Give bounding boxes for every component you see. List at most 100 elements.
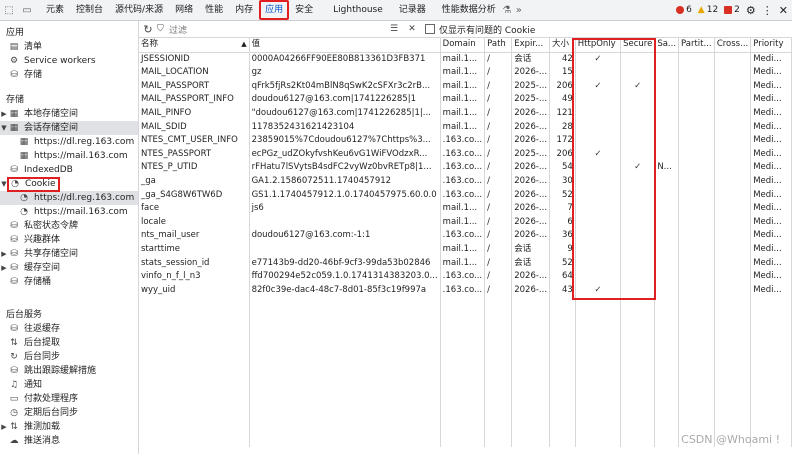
sidebar-item-storage-overview[interactable]: ⛁ 存储 [0,68,138,82]
sidebar-item-payment-handler[interactable]: ▭ 付款处理程序 [0,392,138,406]
sidebar-item-shared-storage[interactable]: ▶ ⛁ 共享存储空间 [0,247,138,261]
column-header-expires[interactable]: Expir... [511,38,551,53]
sidebar-item-bounce-tracking[interactable]: ⛁ 跳出跟踪缓解措施 [0,364,138,378]
table-row[interactable]: NTES_PASSPORT ecPGz_udZOkyfvshKeu6vG1WiFV… [139,147,792,162]
table-row[interactable]: JSESSIONID 0000A04266FF90EE80B813361D3FB3… [139,52,792,67]
table-row[interactable]: MAIL_LOCATION gz mail.1.../2026-... 15 Medi.… [139,66,792,80]
sidebar-item-storage-buckets[interactable]: ⛁ 存储桶 [0,275,138,289]
expand-icon[interactable]: ▶ [0,261,8,275]
table-row[interactable]: wyy_uid 82f0c39e-dac4-48c7-8d01-85f3c19f9… [139,283,792,298]
tab-recorder[interactable]: 记录器 [389,0,432,20]
table-row[interactable]: MAIL_PASSPORT qFrk5fjRs2Kt04mBlN8qSwK2cSF… [139,79,792,94]
database-icon: ⛁ [10,277,18,287]
expand-icon[interactable]: ▶ [0,247,8,261]
delete-selected-icon[interactable]: ✕ [403,24,421,34]
table-row[interactable]: nts_mail_user doudou6127@163.com:-1:1.163… [139,229,792,243]
empty-cell [575,378,622,393]
table-cell: / [484,66,513,80]
inspect-element-icon[interactable]: ⬚ [0,0,18,20]
table-row[interactable]: MAIL_PASSPORT_INFO doudou6127@163.com|174… [139,93,792,107]
column-header-priority[interactable]: Priority [750,38,792,53]
sidebar-item-indexeddb[interactable]: ⛁ IndexedDB [0,163,138,177]
sidebar-item-cookie-dl-reg[interactable]: ◔ https://dl.reg.163.com [0,191,138,205]
sidebar-item-private-state-tokens[interactable]: ⛁ 私密状态令牌 [0,219,138,233]
sidebar-item-background-sync[interactable]: ↻ 后台同步 [0,350,138,364]
sidebar-item-session-storage[interactable]: ▼ ▦ 会话存储空间 [0,121,138,135]
sidebar-item-cookie-mail[interactable]: ◔ https://mail.163.com [0,205,138,219]
sidebar-item-session-dl-reg[interactable]: ▦ https://dl.reg.163.com [0,135,138,149]
sidebar-item-local-storage[interactable]: ▶ ▦ 本地存储空间 [0,107,138,121]
tab-console[interactable]: 控制台 [70,0,109,20]
column-header-value[interactable]: 值 [249,38,441,53]
filter-input[interactable]: ⛉ 过滤 [157,23,385,36]
column-header-httponly[interactable]: HttpOnly [575,38,622,53]
sidebar-item-session-mail[interactable]: ▦ https://mail.163.com [0,149,138,163]
empty-cell [620,378,656,393]
sidebar-item-manifest[interactable]: ▤ 清单 [0,40,138,54]
issues-count[interactable]: 2 [724,5,740,15]
column-header-cross-site[interactable]: Cross... [714,38,752,53]
table-cell [714,188,752,203]
column-header-domain[interactable]: Domain [440,38,486,53]
error-count[interactable]: 6 [676,5,692,15]
tab-sources[interactable]: 源代码/来源 [109,0,169,20]
device-toggle-icon[interactable]: ▭ [18,0,36,20]
only-issues-checkbox[interactable] [425,24,435,34]
column-header-samesite[interactable]: Sa... [654,38,680,53]
tab-network[interactable]: 网络 [169,0,199,20]
expand-icon[interactable]: ▶ [0,107,8,121]
expand-icon[interactable]: ▶ [0,420,8,434]
table-row[interactable]: _ga GA1.2.1586072511.1740457912.163.co...… [139,174,792,189]
empty-cell [714,338,752,352]
table-row[interactable]: _ga_S4G8W6TW6D GS1.1.1740457912.1.0.17404… [139,188,792,203]
table-row[interactable]: locale mail.1.../2026-... 6 Medi... [139,215,792,230]
table-row[interactable]: NTES_CMT_USER_INFO 23859015%7Cdoudou6127%… [139,134,792,148]
tab-elements[interactable]: 元素 [40,0,70,20]
sidebar-item-bfcache[interactable]: ⛁ 往返缓存 [0,322,138,336]
sidebar-item-cache-storage[interactable]: ▶ ⛁ 缓存空间 [0,261,138,275]
column-header-name[interactable]: 名称 ▲ [139,38,250,53]
table-cell [620,270,656,284]
clear-all-icon[interactable]: ☰ [385,24,403,34]
tab-application[interactable]: 应用 [259,0,290,20]
column-header-secure[interactable]: Secure [620,38,656,53]
table-row[interactable]: MAIL_SDID 1178352431621423104 mail.1.../20… [139,120,792,135]
table-row[interactable]: NTES_P_UTID rFHatu7lSVytsB4sdFC2vyWz0bvRE… [139,161,792,175]
table-row[interactable]: vinfo_n_f_l_n3 ffd700294e52c059.1.0.17413… [139,270,792,284]
more-options-icon[interactable]: ⋮ [762,4,773,17]
table-cell [714,229,752,243]
column-header-partition-key[interactable]: Partit... [678,38,715,53]
table-row[interactable]: face js6 mail.1.../2026-... 7 Medi... [139,202,792,216]
warning-count[interactable]: ▲ 12 [698,5,718,15]
sidebar-item-speculative-loads[interactable]: ▶ ⇅ 推测加载 [0,420,138,434]
sidebar-item-push-messaging[interactable]: ☁ 推送消息 [0,434,138,448]
collapse-icon[interactable]: ▼ [0,177,8,191]
sidebar-item-background-fetch[interactable]: ⇅ 后台提取 [0,336,138,350]
more-tabs-icon[interactable]: » [512,0,526,20]
tab-performance-insights[interactable]: 性能数据分析 [432,0,502,20]
table-cell [620,93,656,107]
tab-performance[interactable]: 性能 [199,0,229,20]
table-cell: GA1.2.1586072511.1740457912 [249,174,441,189]
table-row[interactable]: starttime mail.1... / 会话 9 Medi... [139,242,792,257]
sidebar-item-periodic-sync[interactable]: ◷ 定期后台同步 [0,406,138,420]
table-row[interactable]: stats_session_id e77143b9-dd20-46bf-9cf3-… [139,256,792,271]
gear-icon[interactable]: ⚙ [746,4,756,17]
column-header-size[interactable]: 大小 [549,38,576,53]
sidebar-item-notifications[interactable]: ♫ 通知 [0,378,138,392]
table-row[interactable]: MAIL_PINFO "doudou6127@163.com|1741226285… [139,106,792,121]
collapse-icon[interactable]: ▼ [0,121,8,135]
close-icon[interactable]: ✕ [779,4,788,17]
sidebar-item-cookie[interactable]: ▼ ◔ Cookie [0,176,138,192]
empty-cell [654,406,680,420]
column-header-path[interactable]: Path [484,38,513,53]
table-cell: 9 [549,242,576,257]
sidebar-item-interest-groups[interactable]: ⛁ 兴趣群体 [0,233,138,247]
sidebar-item-service-workers[interactable]: ⚙ Service workers [0,54,138,68]
refresh-icon[interactable]: ↻ [139,23,157,36]
tab-security[interactable]: 安全 [289,0,319,20]
table-cell: NTES_P_UTID [139,161,250,175]
tab-memory[interactable]: 内存 [229,0,259,20]
tab-lighthouse[interactable]: Lighthouse [319,0,389,20]
section-application: 应用 [6,28,25,38]
